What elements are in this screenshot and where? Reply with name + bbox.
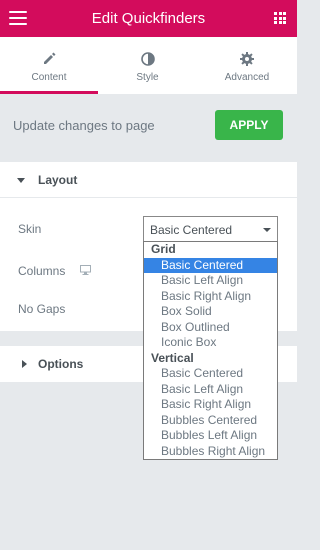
panel-tabs: Content Style Advanced <box>0 37 297 94</box>
tab-style-label: Style <box>136 72 159 83</box>
dropdown-option[interactable]: Basic Right Align <box>144 397 277 413</box>
tab-content[interactable]: Content <box>0 37 98 94</box>
pencil-icon <box>0 52 98 68</box>
no-gaps-label: No Gaps <box>18 302 66 316</box>
tab-advanced[interactable]: Advanced <box>197 37 297 94</box>
layout-section-header[interactable]: Layout <box>0 162 297 198</box>
dropdown-option[interactable]: Basic Left Align <box>144 382 277 398</box>
caret-right-icon <box>22 360 27 368</box>
update-message: Update changes to page <box>13 118 155 133</box>
dropdown-group-label: Vertical <box>151 350 194 365</box>
dropdown-group-label: Grid <box>151 242 176 256</box>
skin-select-value: Basic Centered <box>150 223 233 237</box>
dropdown-option[interactable]: Bubbles Left Align <box>144 428 277 444</box>
skin-select[interactable]: Basic Centered <box>143 216 278 241</box>
contrast-icon <box>98 52 197 68</box>
dropdown-option[interactable]: Basic Centered <box>144 366 277 382</box>
panel-header: Edit Quickfinders <box>0 0 297 37</box>
dropdown-option[interactable]: Box Solid <box>144 304 277 320</box>
dropdown-option[interactable]: Box Outlined <box>144 320 277 336</box>
chevron-down-icon <box>263 228 271 232</box>
skin-dropdown-list: Grid Basic Centered Basic Left Align Bas… <box>143 241 278 460</box>
caret-down-icon <box>17 178 25 183</box>
tab-style[interactable]: Style <box>98 37 197 94</box>
dropdown-option[interactable]: Basic Centered <box>144 257 277 273</box>
tab-content-label: Content <box>31 72 67 83</box>
dropdown-option[interactable]: Bubbles Right Align <box>144 444 277 460</box>
gear-icon <box>197 52 297 68</box>
dropdown-option[interactable]: Basic Left Align <box>144 273 277 289</box>
dropdown-option[interactable]: Iconic Box <box>144 335 277 351</box>
skin-label: Skin <box>18 222 42 236</box>
grid-icon[interactable] <box>274 12 286 24</box>
tab-advanced-label: Advanced <box>224 72 270 83</box>
columns-label: Columns <box>18 264 66 278</box>
panel-title: Edit Quickfinders <box>91 10 206 27</box>
desktop-icon[interactable] <box>80 265 91 275</box>
layout-section-title: Layout <box>38 173 78 187</box>
apply-button[interactable]: APPLY <box>215 110 283 140</box>
dropdown-option[interactable]: Bubbles Centered <box>144 413 277 429</box>
dropdown-option[interactable]: Basic Right Align <box>144 289 277 305</box>
options-section-title: Options <box>38 357 84 371</box>
